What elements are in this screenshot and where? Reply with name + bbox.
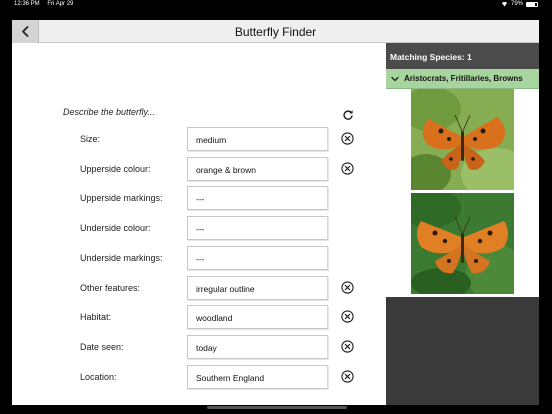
form-row: Upperside colour: orange & brown xyxy=(12,157,386,181)
matching-species-panel: Matching Species: 1 Aristocrats, Fritill… xyxy=(386,43,539,405)
form-row: Habitat: woodland xyxy=(12,305,386,329)
field-label: Underside colour: xyxy=(80,223,151,233)
field-value-selector[interactable]: today xyxy=(187,335,328,359)
status-time: 12:36 PM xyxy=(14,1,40,7)
battery-percent: 79% xyxy=(510,1,523,7)
clear-field-icon[interactable] xyxy=(341,162,354,175)
describe-form: Describe the butterfly... Size: medium Upp… xyxy=(12,43,386,405)
navigation-bar: Butterfly Finder xyxy=(12,20,539,43)
field-value-selector[interactable]: irregular outline xyxy=(187,276,328,300)
field-label: Location: xyxy=(80,372,117,382)
form-row: Other features: irregular outline xyxy=(12,276,386,300)
field-value-selector[interactable]: --- xyxy=(187,216,328,240)
field-value-selector[interactable]: woodland xyxy=(187,305,328,329)
matching-species-header: Matching Species: 1 xyxy=(386,43,539,69)
clear-field-icon[interactable] xyxy=(341,370,354,383)
species-group-row[interactable]: Aristocrats, Fritillaries, Browns xyxy=(386,69,539,89)
battery-icon xyxy=(526,1,538,7)
status-bar: 12:36 PM Fri Apr 29 79% xyxy=(0,0,552,10)
field-value-selector[interactable]: medium xyxy=(187,127,328,151)
species-photo-2[interactable] xyxy=(411,193,514,294)
field-label: Upperside markings: xyxy=(80,193,163,203)
reset-button[interactable] xyxy=(342,108,354,120)
species-thumbnails xyxy=(386,89,539,297)
describe-prompt: Describe the butterfly... xyxy=(63,107,155,117)
ipad-screen: 12:36 PM Fri Apr 29 79% Butterfly Finder… xyxy=(0,0,552,414)
page-title: Butterfly Finder xyxy=(234,25,317,39)
home-indicator xyxy=(207,406,347,409)
field-label: Other features: xyxy=(80,283,141,293)
field-value-selector[interactable]: Southern England xyxy=(187,365,328,389)
chevron-down-icon xyxy=(391,76,399,82)
form-row: Upperside markings: --- xyxy=(12,186,386,210)
butterfly-photo xyxy=(411,193,514,294)
clear-field-icon[interactable] xyxy=(341,310,354,323)
field-value-selector[interactable]: --- xyxy=(187,186,328,210)
field-value-selector[interactable]: orange & brown xyxy=(187,157,328,181)
clear-field-icon[interactable] xyxy=(341,132,354,145)
form-row: Size: medium xyxy=(12,127,386,151)
field-label: Date seen: xyxy=(80,342,124,352)
field-label: Upperside colour: xyxy=(80,164,151,174)
field-label: Habitat: xyxy=(80,312,112,322)
wifi-icon xyxy=(500,1,508,7)
field-label: Underside markings: xyxy=(80,253,163,263)
form-row: Underside markings: --- xyxy=(12,246,386,270)
species-photo-1[interactable] xyxy=(411,89,514,190)
form-row: Date seen: today xyxy=(12,335,386,359)
clear-field-icon[interactable] xyxy=(341,281,354,294)
field-label: Size: xyxy=(80,134,101,144)
clear-field-icon[interactable] xyxy=(341,340,354,353)
butterfly-photo xyxy=(411,89,514,190)
species-group-label: Aristocrats, Fritillaries, Browns xyxy=(404,74,523,83)
form-row: Location: Southern England xyxy=(12,365,386,389)
status-date: Fri Apr 29 xyxy=(47,1,74,7)
app-window: Butterfly Finder Describe the butterfly.… xyxy=(12,20,539,405)
form-row: Underside colour: --- xyxy=(12,216,386,240)
refresh-icon xyxy=(343,110,353,120)
field-value-selector[interactable]: --- xyxy=(187,246,328,270)
